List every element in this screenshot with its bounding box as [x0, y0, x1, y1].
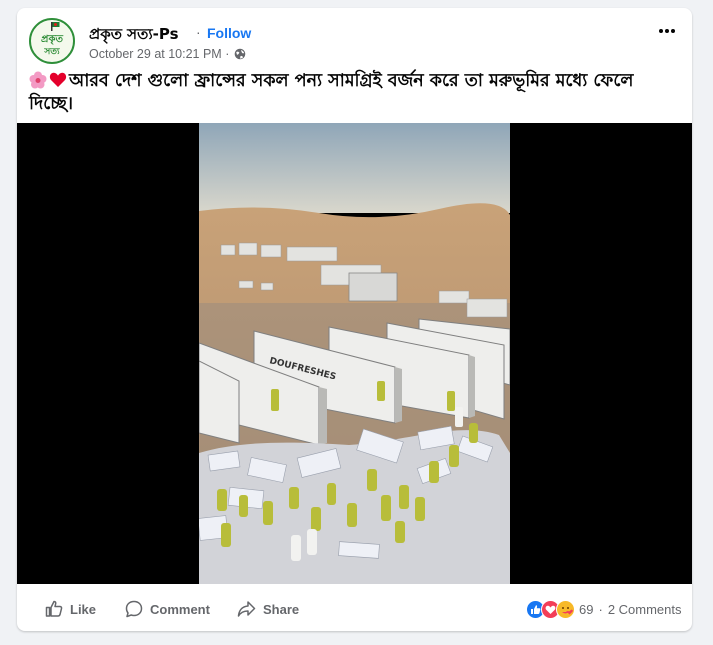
heart-emoji-icon — [49, 72, 67, 87]
post-card: প্রকৃত সত্য প্রকৃত সত্য-Ps · Follow Octo… — [17, 8, 692, 631]
svg-text:প্রকৃত: প্রকৃত — [41, 34, 63, 46]
globe-icon — [234, 48, 246, 60]
share-button[interactable]: Share — [237, 600, 299, 618]
avatar[interactable]: প্রকৃত সত্য — [29, 18, 75, 64]
author-name[interactable]: প্রকৃত সত্য-Ps — [89, 23, 179, 48]
reaction-separator: · — [598, 601, 603, 617]
care-reaction-icon — [556, 599, 575, 619]
more-options-icon[interactable] — [656, 20, 678, 42]
separator-dot: · — [196, 24, 201, 40]
reaction-count[interactable]: 69 — [579, 602, 593, 617]
like-label: Like — [70, 601, 97, 617]
comment-button[interactable]: Comment — [125, 600, 210, 618]
follow-button[interactable]: Follow — [207, 25, 251, 41]
comment-icon — [125, 600, 143, 618]
reaction-summary[interactable]: 69 · 2 Comments — [526, 599, 682, 619]
post-timestamp[interactable]: October 29 at 10:21 PM · — [89, 47, 229, 61]
share-label: Share — [263, 601, 300, 617]
like-icon — [45, 600, 63, 617]
video-thumbnail: DOUFRESHES — [199, 123, 510, 584]
post-text: আরব দেশ গুলো ফ্রান্সের সকল পন্য সামগ্রিই… — [29, 70, 679, 116]
action-bar: Like Comment Share 69 · 2 Comments — [17, 584, 692, 631]
comment-label: Comment — [150, 601, 210, 617]
flower-emoji-icon — [29, 71, 47, 89]
post-text-body: আরব দেশ গুলো ফ্রান্সের সকল পন্য সামগ্রিই… — [29, 71, 634, 114]
video-player[interactable]: DOUFRESHES — [17, 123, 692, 584]
svg-text:সত্য: সত্য — [43, 47, 60, 57]
share-icon — [237, 601, 256, 617]
avatar-logo-icon: প্রকৃত সত্য — [32, 21, 72, 61]
video-frame[interactable]: DOUFRESHES — [199, 123, 510, 584]
like-button[interactable]: Like — [45, 600, 96, 618]
comments-count-link[interactable]: 2 Comments — [608, 602, 682, 617]
